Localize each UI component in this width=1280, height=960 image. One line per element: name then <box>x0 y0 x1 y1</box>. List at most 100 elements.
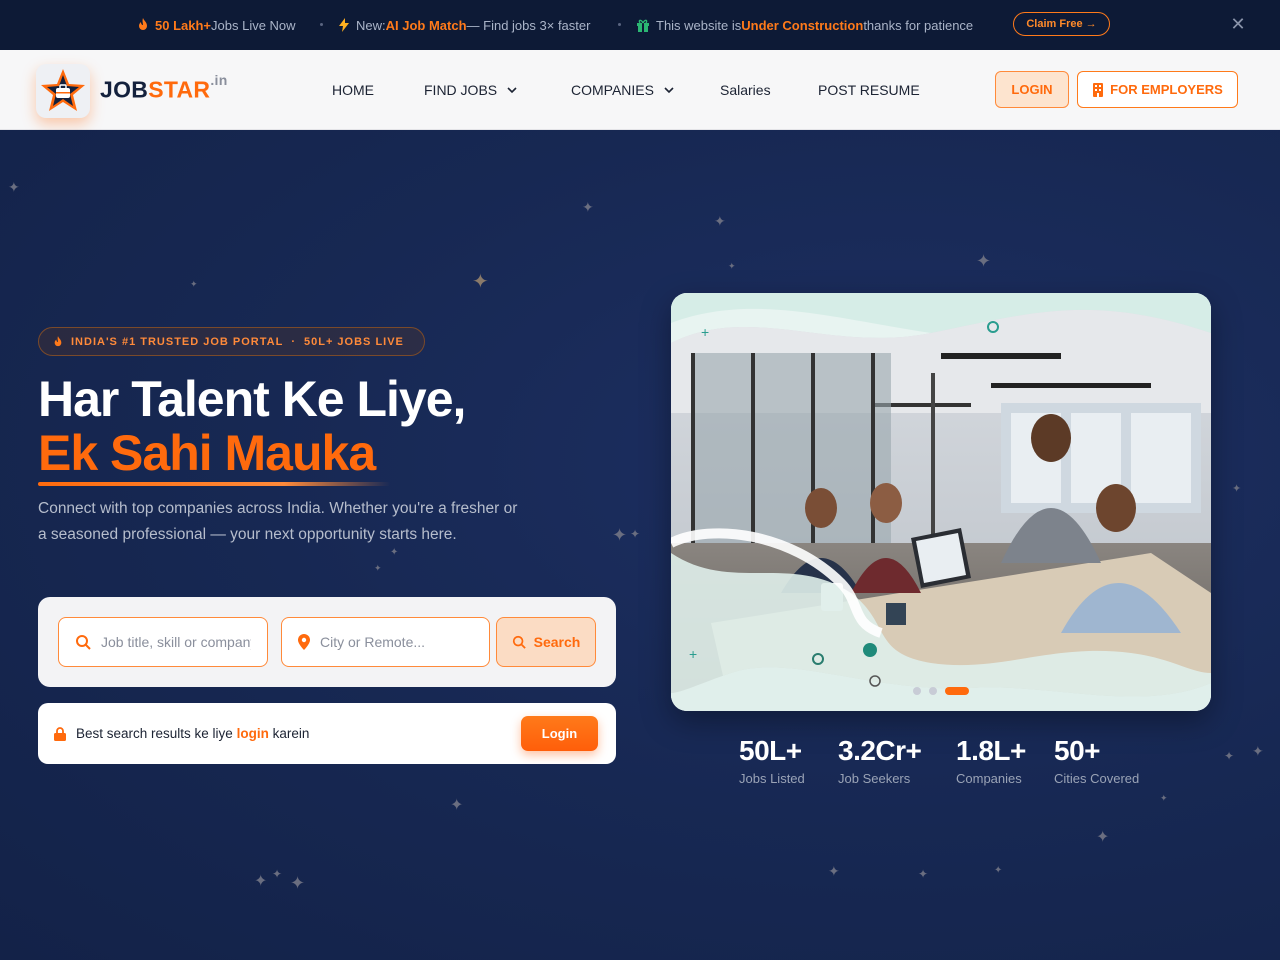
nav-salaries-label: Salaries <box>720 82 771 98</box>
sparkle-icon: ✦ <box>472 271 489 293</box>
heading-underline <box>38 482 390 486</box>
fire-icon <box>137 18 149 32</box>
sparkle-icon: ✦ <box>612 525 628 545</box>
for-employers-label: FOR EMPLOYERS <box>1110 82 1223 97</box>
sparkle-icon: ✦ <box>254 873 268 890</box>
login-prompt-button[interactable]: Login <box>521 716 598 751</box>
construction-prefix: This website is <box>656 17 742 33</box>
stat-value: 3.2Cr+ <box>838 735 922 766</box>
search-icon <box>512 635 526 649</box>
logo-accent-text: STAR <box>148 76 211 103</box>
construction-highlight: Under Construction <box>741 17 864 33</box>
lock-icon <box>54 726 66 741</box>
keyword-field[interactable] <box>58 617 268 667</box>
nav-home[interactable]: HOME <box>332 82 374 98</box>
nav-companies-label: COMPANIES <box>571 82 654 98</box>
sparkle-icon: ✦ <box>1160 793 1168 803</box>
sparkle-icon: ✦ <box>714 213 726 229</box>
sparkle-icon: ✦ <box>8 179 20 195</box>
building-icon <box>1093 82 1104 97</box>
sparkle-icon: ✦ <box>374 563 382 573</box>
hero-office-image: + + <box>671 293 1211 711</box>
jobs-live-text: Jobs Live Now <box>211 17 296 33</box>
hero-description: Connect with top companies across India.… <box>38 500 518 543</box>
site-header: JOBSTAR.in HOME FIND JOBS COMPANIES Sala… <box>0 50 1280 130</box>
jobs-live-count: 50 Lakh+ <box>155 17 212 33</box>
separator-dot <box>320 23 323 26</box>
job-search-card: Search <box>38 597 616 687</box>
nav-companies[interactable]: COMPANIES <box>571 82 678 98</box>
sparkle-icon: ✦ <box>390 547 399 558</box>
announcement-construction: This website is Under Construction thank… <box>636 0 973 50</box>
search-button[interactable]: Search <box>496 617 596 667</box>
carousel-dot-active[interactable] <box>945 687 969 695</box>
login-button[interactable]: LOGIN <box>995 71 1069 108</box>
for-employers-button[interactable]: FOR EMPLOYERS <box>1077 71 1238 108</box>
sparkle-icon: ✦ <box>1096 829 1110 846</box>
announcement-bar: 50 Lakh+ Jobs Live Now New: AI Job Match… <box>0 0 1280 50</box>
sparkle-icon: ✦ <box>828 863 840 879</box>
lightning-icon <box>338 18 350 32</box>
hero-heading-line2: Ek Sahi Mauka <box>38 425 376 481</box>
ai-match-suffix: — Find jobs 3× faster <box>466 17 591 33</box>
sparkle-icon: ✦ <box>1224 749 1235 763</box>
stat-value: 1.8L+ <box>956 735 1026 766</box>
stat-value: 50+ <box>1054 735 1101 766</box>
chevron-down-icon <box>664 87 674 94</box>
stat-label: Jobs Listed <box>739 771 805 786</box>
sparkle-icon: ✦ <box>1252 743 1264 759</box>
carousel-dot[interactable] <box>913 687 921 695</box>
nav-home-label: HOME <box>332 82 374 98</box>
location-pin-icon <box>298 634 310 650</box>
nav-find-jobs[interactable]: FIND JOBS <box>424 82 521 98</box>
stat-cities: 50+ Cities Covered <box>1054 735 1139 786</box>
logo-suffix: .in <box>210 72 228 88</box>
carousel-dots <box>913 687 969 695</box>
location-field[interactable] <box>281 617 490 667</box>
gift-icon <box>636 18 650 32</box>
announcement-jobs-live: 50 Lakh+ Jobs Live Now <box>137 0 296 50</box>
nav-post-resume-label: POST RESUME <box>818 82 920 98</box>
sparkle-icon: ✦ <box>918 867 929 881</box>
chevron-down-icon <box>507 87 517 94</box>
tagline-trusted: INDIA'S #1 TRUSTED JOB PORTAL <box>71 335 284 348</box>
search-icon <box>76 635 91 650</box>
nav-salaries[interactable]: Salaries <box>720 82 771 98</box>
sparkle-icon: ✦ <box>630 527 641 541</box>
stat-label: Job Seekers <box>838 771 911 786</box>
announcement-ai-match: New: AI Job Match — Find jobs 3× faster <box>338 0 590 50</box>
sparkle-icon: ✦ <box>976 251 992 271</box>
logo-wordmark[interactable]: JOBSTAR.in <box>100 72 228 104</box>
ai-match-prefix: New: <box>356 17 386 33</box>
fire-icon <box>54 335 62 346</box>
svg-text:+: + <box>701 324 709 340</box>
stat-companies: 1.8L+ Companies <box>956 735 1026 786</box>
login-prompt-link[interactable]: login <box>237 726 269 741</box>
sparkle-icon: ✦ <box>728 261 736 271</box>
tagline-jobs-live: 50L+ JOBS LIVE <box>304 335 404 348</box>
location-input[interactable] <box>320 634 470 650</box>
sparkle-icon: ✦ <box>272 867 283 881</box>
login-prompt-suffix: karein <box>268 726 310 741</box>
hero-tagline-badge: INDIA'S #1 TRUSTED JOB PORTAL · 50L+ JOB… <box>38 327 425 356</box>
close-icon[interactable]: ✕ <box>1229 15 1247 33</box>
nav-find-jobs-label: FIND JOBS <box>424 82 498 98</box>
stat-job-seekers: 3.2Cr+ Job Seekers <box>838 735 922 786</box>
sparkle-icon: ✦ <box>450 797 464 814</box>
sparkle-icon: ✦ <box>582 199 594 215</box>
stat-label: Cities Covered <box>1054 771 1140 786</box>
logo-main-text: JOB <box>100 76 149 103</box>
login-prompt-card: Best search results ke liye login karein… <box>38 703 616 764</box>
svg-text:+: + <box>689 646 697 662</box>
carousel-dot[interactable] <box>929 687 937 695</box>
search-button-label: Search <box>533 634 581 650</box>
ai-match-highlight: AI Job Match <box>385 17 467 33</box>
claim-free-button[interactable]: Claim Free → <box>1013 12 1110 36</box>
nav-post-resume[interactable]: POST RESUME <box>818 82 920 98</box>
sparkle-icon: ✦ <box>994 865 1003 876</box>
tagline-separator: · <box>291 335 296 348</box>
keyword-input[interactable] <box>101 634 251 650</box>
logo-star-icon[interactable] <box>36 64 90 118</box>
hero-section: ✦ ✦ ✦ ✦ ✦ ✦ ✦ ✦ ✦ ✦ ✦ ✦ ✦ ✦ ✦ ✦ ✦ ✦ ✦ ✦ … <box>0 130 1280 960</box>
stat-value: 50L+ <box>739 735 802 766</box>
